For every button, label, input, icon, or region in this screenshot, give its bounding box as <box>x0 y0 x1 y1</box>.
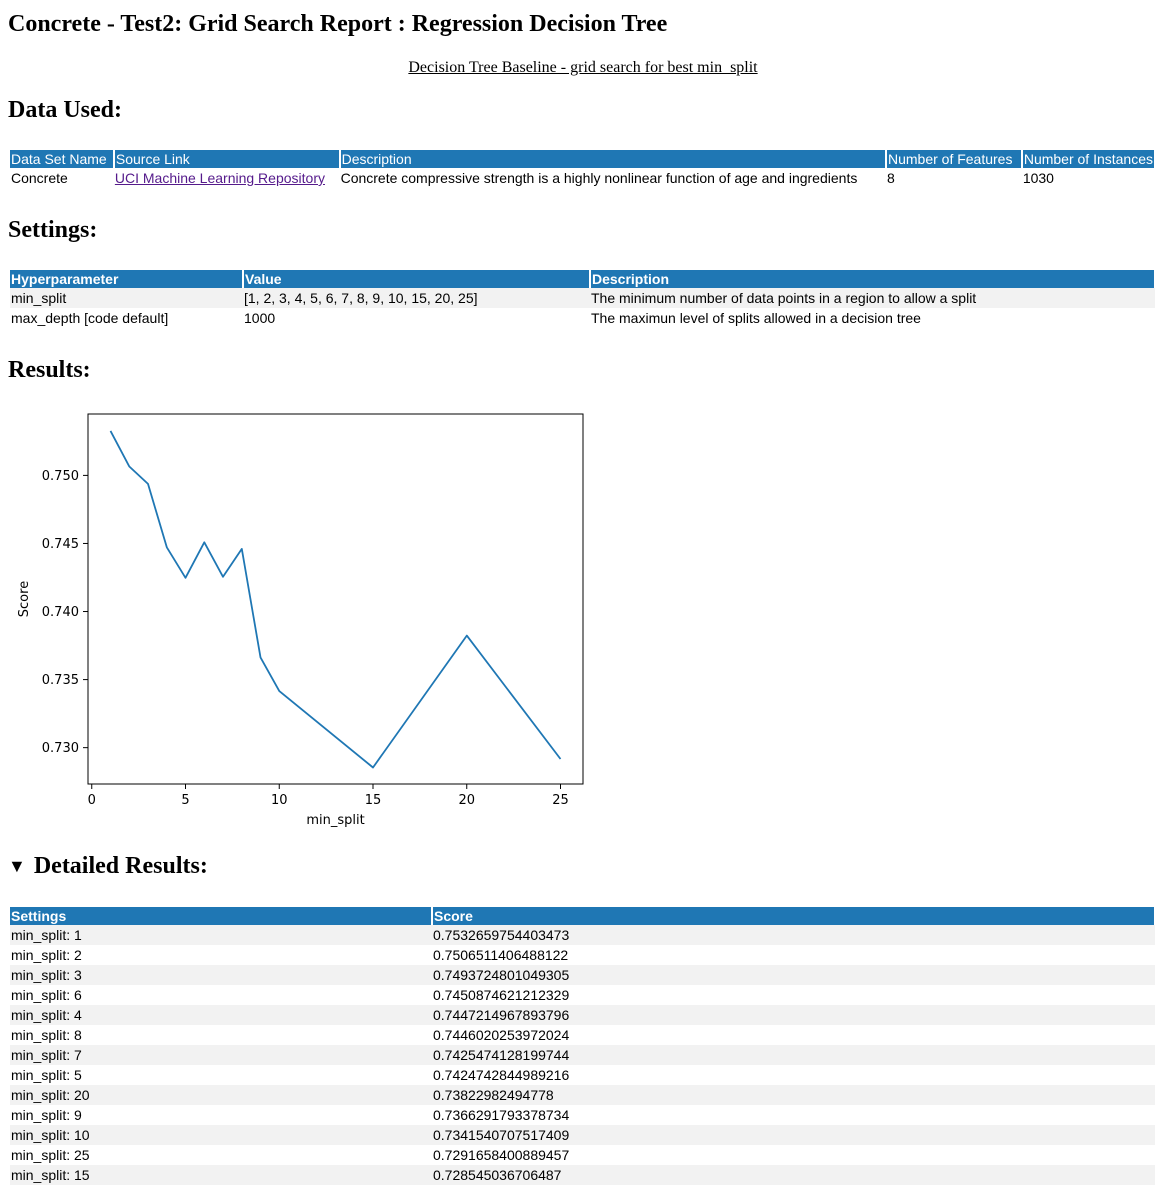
y-tick-label: 0.735 <box>42 673 79 688</box>
table-row: min_split: 10 0.7341540707517409 <box>10 1125 1155 1145</box>
score-cell: 0.7341540707517409 <box>432 1125 1155 1145</box>
score-cell: 0.7532659754403473 <box>432 925 1155 945</box>
page-title: Concrete - Test2: Grid Search Report : R… <box>8 11 668 37</box>
col-header: Number of Instances <box>1021 150 1157 168</box>
table-row: min_split: 9 0.7366291793378734 <box>10 1105 1155 1125</box>
page-subtitle: Decision Tree Baseline - grid search for… <box>408 59 758 76</box>
setting-cell: min_split: 20 <box>10 1085 432 1105</box>
col-header: Description <box>339 150 887 168</box>
dataset-name: Concrete <box>11 170 68 186</box>
table-row: max_depth [code default] 1000 The maximu… <box>10 308 1155 328</box>
detailed-results-heading: Detailed Results: <box>33 853 208 879</box>
x-tick-label: 15 <box>365 793 382 808</box>
setting-cell: min_split: 6 <box>11 987 82 1003</box>
table-row: min_split: 4 0.7447214967893796 <box>10 1005 1155 1025</box>
setting-cell: min_split: 1 <box>10 925 432 945</box>
score-cell: 0.7366291793378734 <box>433 1107 570 1123</box>
col-header: Data Set Name <box>10 150 115 168</box>
source-link[interactable]: UCI Machine Learning Repository <box>115 170 325 186</box>
col-header: Number of Features <box>885 150 1023 168</box>
score-cell: 0.7493724801049305 <box>432 965 1155 985</box>
setting-cell: min_split: 25 <box>11 1147 90 1163</box>
y-axis-label: Score <box>17 581 32 617</box>
table-row: min_split: 7 0.7425474128199744 <box>10 1045 1155 1065</box>
setting-cell: min_split: 4 <box>10 1005 432 1025</box>
instance-count: 1030 <box>1022 170 1054 186</box>
settings-heading: Settings: <box>8 217 98 243</box>
setting-cell: min_split: 3 <box>10 965 432 985</box>
table-row: min_split: 1 0.7532659754403473 <box>10 925 1155 945</box>
y-tick-label: 0.740 <box>42 605 79 620</box>
results-line-chart: 0 5 10 15 20 25 0.730 0.735 0.740 0.745 0.750 min_s… <box>17 413 584 828</box>
table-row: min_split: 5 0.7424742844989216 <box>10 1065 1155 1085</box>
x-tick-label: 5 <box>181 793 189 808</box>
hyperparameter-value: 1000 <box>244 310 276 326</box>
y-tick-label: 0.745 <box>42 537 79 552</box>
data-used-table: Data Set Name Source Link Description Nu… <box>10 150 1157 188</box>
x-tick-label: 10 <box>271 793 288 808</box>
table-row: min_split: 3 0.7493724801049305 <box>10 965 1155 985</box>
triangle-down-icon: ▼ <box>8 856 26 876</box>
score-cell: 0.7447214967893796 <box>432 1005 1155 1025</box>
setting-cell: min_split: 15 <box>10 1165 432 1185</box>
plot-frame <box>87 413 584 785</box>
table-row: min_split: 6 0.7450874621212329 <box>10 985 1155 1005</box>
table-row: min_split: 15 0.728545036706487 <box>10 1165 1155 1185</box>
y-tick-label: 0.730 <box>42 741 79 756</box>
setting-cell: min_split: 8 <box>11 1027 82 1043</box>
table-row: Concrete UCI Machine Learning Repository… <box>10 168 1155 188</box>
setting-cell: min_split: 9 <box>11 1107 82 1123</box>
hyperparameter-value: [1, 2, 3, 4, 5, 6, 7, 8, 9, 10, 15, 20, … <box>243 288 590 308</box>
score-cell: 0.7425474128199744 <box>432 1045 1155 1065</box>
col-header: Description <box>590 270 1156 288</box>
score-cell: 0.7291658400889457 <box>433 1147 570 1163</box>
col-header: Source Link <box>113 150 341 168</box>
dataset-description: Concrete compressive strength is a highl… <box>340 170 858 186</box>
series-line <box>109 430 562 769</box>
detailed-results-toggle[interactable]: ▼ Detailed Results: <box>8 852 208 880</box>
table-row: min_split: 20 0.73822982494778 <box>10 1085 1155 1105</box>
results-heading: Results: <box>8 357 91 383</box>
x-tick-label: 0 <box>88 793 96 808</box>
table-row: min_split: 8 0.7446020253972024 <box>10 1025 1155 1045</box>
settings-table: Hyperparameter Value Description min_spl… <box>10 270 1156 328</box>
feature-count: 8 <box>886 170 895 186</box>
hyperparameter-description: The minimum number of data points in a r… <box>590 288 1155 308</box>
col-header: Hyperparameter <box>10 270 244 288</box>
data-used-heading: Data Used: <box>8 97 122 123</box>
hyperparameter-name: max_depth [code default] <box>11 310 169 326</box>
table-row: min_split: 25 0.7291658400889457 <box>10 1145 1155 1165</box>
score-cell: 0.7506511406488122 <box>433 947 569 963</box>
x-axis-label: min_split <box>306 813 364 828</box>
score-cell: 0.7450874621212329 <box>433 987 570 1003</box>
setting-cell: min_split: 10 <box>10 1125 432 1145</box>
col-header: Value <box>243 270 591 288</box>
score-cell: 0.7424742844989216 <box>433 1067 570 1083</box>
y-tick-label: 0.750 <box>42 469 79 484</box>
hyperparameter-name: min_split <box>10 288 243 308</box>
col-header: Settings <box>10 907 433 925</box>
setting-cell: min_split: 7 <box>10 1045 432 1065</box>
setting-cell: min_split: 2 <box>11 947 82 963</box>
table-row: min_split [1, 2, 3, 4, 5, 6, 7, 8, 9, 10… <box>10 288 1155 308</box>
x-tick-label: 25 <box>552 793 569 808</box>
score-cell: 0.7446020253972024 <box>433 1027 570 1043</box>
table-row: min_split: 2 0.7506511406488122 <box>10 945 1155 965</box>
hyperparameter-description: The maximun level of splits allowed in a… <box>591 310 921 326</box>
setting-cell: min_split: 5 <box>11 1067 82 1083</box>
score-cell: 0.728545036706487 <box>432 1165 1155 1185</box>
col-header: Score <box>432 907 1156 925</box>
score-cell: 0.73822982494778 <box>432 1085 1155 1105</box>
detailed-results-table: Settings Score min_split: 1 0.75326597544… <box>10 907 1156 1185</box>
x-tick-label: 20 <box>458 793 475 808</box>
